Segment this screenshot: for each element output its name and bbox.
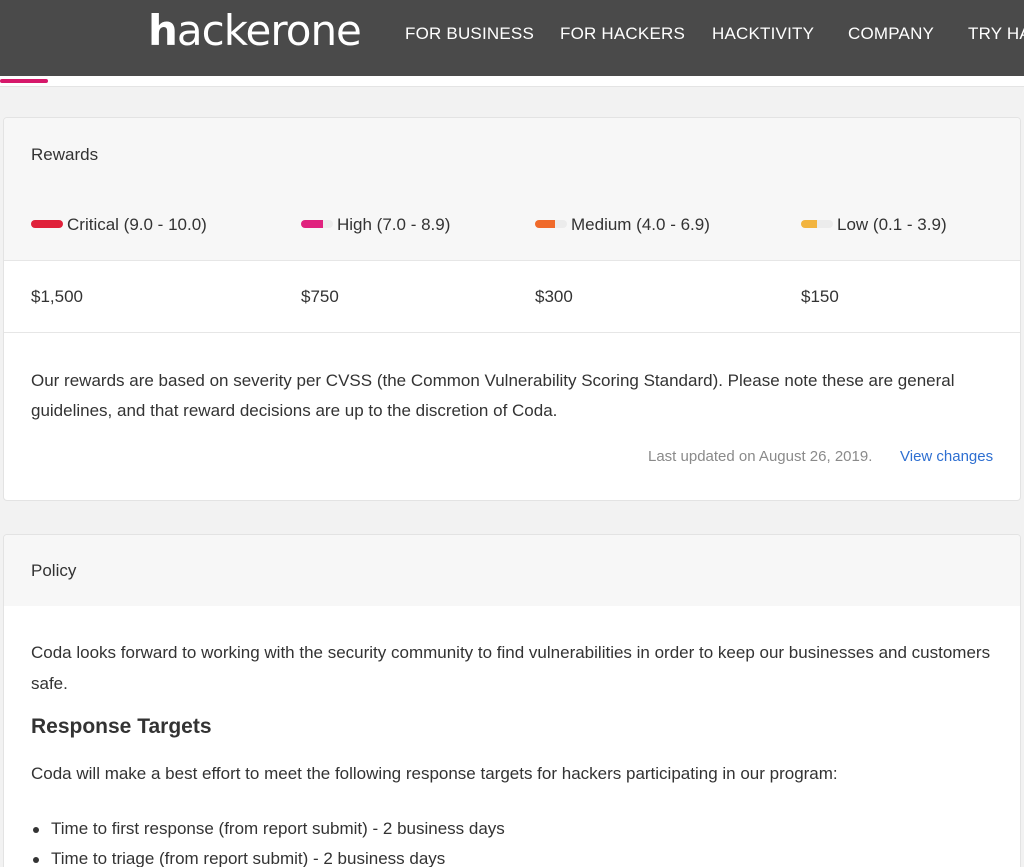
policy-intro: Coda looks forward to working with the s… — [31, 643, 991, 693]
severity-label: High (7.0 - 8.9) — [337, 215, 451, 234]
critical-severity-icon — [31, 219, 63, 228]
reward-amount-low: $150 — [801, 287, 839, 306]
nav-company[interactable]: COMPANY — [848, 0, 934, 68]
last-updated-text: Last updated on August 26, 2019. — [648, 448, 873, 465]
policy-card-header: Policy — [4, 535, 1020, 606]
sub-navigation-bar — [0, 76, 1024, 87]
severity-high: High (7.0 - 8.9) — [301, 214, 450, 236]
severity-medium: Medium (4.0 - 6.9) — [535, 214, 710, 236]
reward-amount-medium: $300 — [535, 287, 573, 306]
nav-try-hackerone[interactable]: TRY HA — [968, 0, 1024, 68]
rewards-card: Rewards Critical (9.0 - 10.0) High (7.0 … — [3, 117, 1021, 501]
policy-title: Policy — [31, 561, 77, 580]
view-changes-link[interactable]: View changes — [900, 448, 993, 465]
low-severity-icon — [801, 219, 833, 228]
rewards-description: Our rewards are based on severity per CV… — [31, 371, 955, 420]
high-severity-icon — [301, 219, 333, 228]
reward-amount-high: $750 — [301, 287, 339, 306]
nav-hacktivity[interactable]: HACKTIVITY — [712, 0, 814, 68]
active-tab-indicator — [0, 79, 48, 83]
main-nav: FOR BUSINESS FOR HACKERS HACKTIVITY COMP… — [0, 0, 1024, 76]
severity-critical: Critical (9.0 - 10.0) — [31, 214, 207, 236]
severity-low: Low (0.1 - 3.9) — [801, 214, 947, 236]
rewards-title: Rewards — [31, 145, 99, 164]
nav-for-business[interactable]: FOR BUSINESS — [405, 0, 534, 68]
list-item: Time to first response (from report subm… — [31, 814, 505, 844]
reward-amounts-row: $1,500 $750 $300 $150 — [4, 261, 1020, 333]
severity-label: Critical (9.0 - 10.0) — [67, 215, 207, 234]
top-navigation-bar: hackerone FOR BUSINESS FOR HACKERS HACKT… — [0, 0, 1024, 76]
response-targets-list: Time to first response (from report subm… — [31, 814, 505, 867]
rewards-card-header: Rewards Critical (9.0 - 10.0) High (7.0 … — [4, 118, 1020, 261]
severity-label: Medium (4.0 - 6.9) — [571, 215, 710, 234]
policy-card: Policy Coda looks forward to working wit… — [3, 534, 1021, 867]
medium-severity-icon — [535, 219, 567, 228]
reward-amount-critical: $1,500 — [31, 287, 83, 306]
severity-label: Low (0.1 - 3.9) — [837, 215, 947, 234]
list-item: Time to triage (from report submit) - 2 … — [31, 844, 505, 867]
response-targets-heading: Response Targets — [31, 715, 212, 738]
nav-for-hackers[interactable]: FOR HACKERS — [560, 0, 685, 68]
response-targets-description: Coda will make a best effort to meet the… — [31, 764, 838, 783]
